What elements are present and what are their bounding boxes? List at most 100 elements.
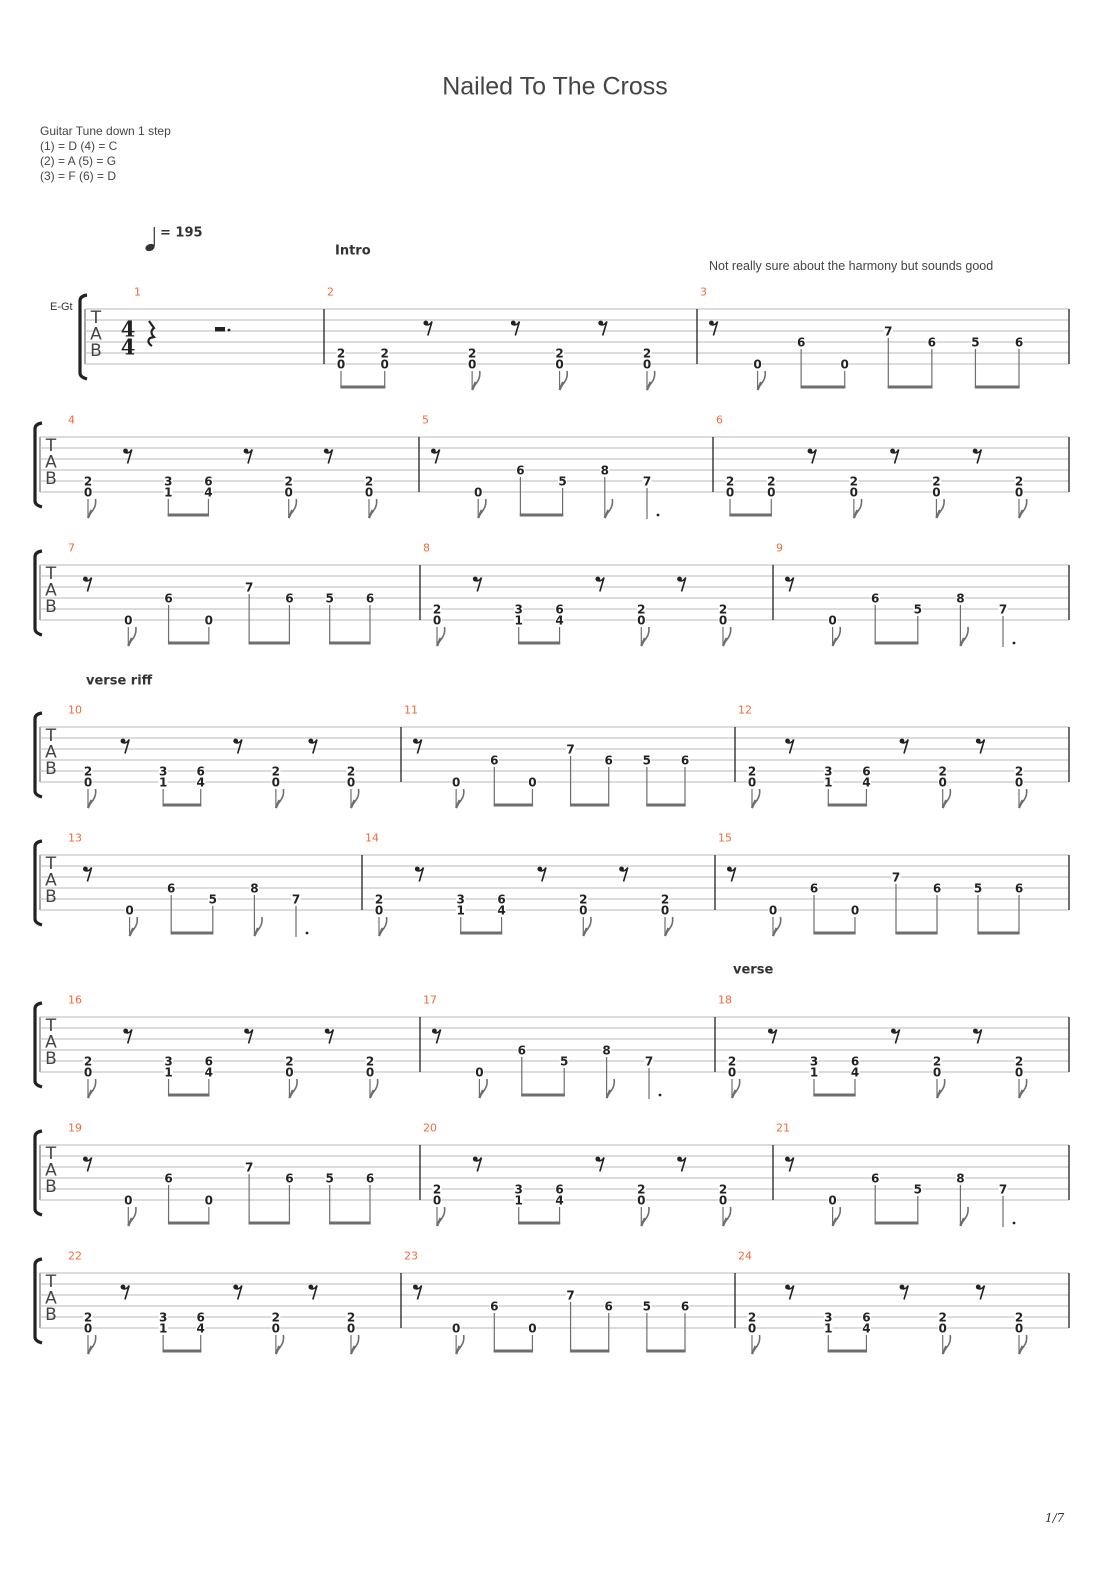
note-event: 0 (473, 486, 487, 519)
note-beam (813, 1093, 856, 1097)
measure-number: 4 (68, 414, 75, 427)
note-event: 0 (768, 904, 782, 937)
fret-number: 0 (452, 776, 460, 790)
measure: 13 0 6 5 8 7 (68, 832, 309, 937)
fret-number: 0 (528, 1322, 536, 1336)
note-event: 0 (123, 614, 137, 647)
fret-number: 6 (1015, 882, 1023, 896)
note-event: 6 (870, 592, 919, 645)
fret-number: 6 (933, 882, 941, 896)
note-event: 0 (828, 614, 842, 647)
note-event: 6 (680, 1300, 690, 1352)
fret-number: 6 (605, 1300, 613, 1314)
fret-number: 0 (1015, 776, 1023, 790)
fret-number: 7 (292, 893, 300, 907)
fret-number: 4 (555, 1194, 563, 1208)
augmentation-dot (305, 931, 309, 935)
measure: 22020202020 (327, 286, 656, 391)
fret-number: 4 (497, 904, 505, 918)
measure: 242031642020 (738, 1250, 1028, 1355)
note-beam (460, 931, 503, 935)
note-event: 0 (527, 776, 537, 806)
eighth-rest (595, 576, 605, 592)
measure-number: 9 (776, 542, 783, 555)
fret-number: 0 (433, 614, 441, 628)
note-event: 6 (284, 592, 294, 644)
note-event: 8 (602, 1044, 616, 1099)
tuning-line: (1) = D (4) = C (40, 139, 118, 153)
section-label-verse: verse (733, 962, 774, 978)
note-event: 5 (208, 893, 218, 934)
eighth-rest (510, 320, 521, 336)
note-event: 6 (164, 1172, 210, 1225)
fret-number: 0 (661, 904, 669, 918)
measure-number: 7 (68, 542, 75, 555)
measure: 82031642020 (423, 542, 732, 647)
fret-number: 5 (326, 1172, 334, 1186)
fret-number: 7 (643, 475, 651, 489)
eighth-rest (619, 866, 629, 882)
measure-number: 15 (718, 832, 732, 845)
eighth-rest (972, 448, 983, 464)
note-event: 64 (196, 1311, 206, 1352)
measure: 19 0 6 0 7 6 5 6 (68, 1122, 375, 1227)
fret-number: 6 (490, 754, 498, 768)
section-label-verse-riff: verse riff (86, 673, 153, 689)
fret-number: 0 (939, 776, 947, 790)
note-event: 5 (642, 754, 686, 807)
fret-number: 0 (728, 1066, 736, 1080)
fret-number: 4 (197, 776, 205, 790)
fret-number: 5 (971, 336, 979, 350)
note-event: 6 (166, 882, 214, 935)
eighth-rest (785, 1284, 795, 1300)
tuning-line: (2) = A (5) = G (40, 154, 117, 168)
fret-number: 6 (164, 1172, 172, 1186)
note-beam (874, 641, 919, 645)
fret-number: 7 (566, 743, 574, 757)
fret-number: 0 (579, 904, 587, 918)
measure: 142031642020 (365, 832, 674, 937)
fret-number: 0 (366, 1066, 374, 1080)
eighth-rest (233, 1284, 243, 1300)
note-beam (170, 931, 214, 935)
augmentation-dot (658, 1093, 662, 1097)
tempo-marking: = 195 (160, 225, 203, 241)
note-event: 6 (515, 464, 564, 517)
measure: 15 0 6 0 7 6 5 6 (718, 832, 1024, 937)
note-beam (729, 513, 772, 517)
note-event: 6 (517, 1044, 565, 1097)
time-signature-denominator: 4 (121, 335, 136, 360)
fret-number: 0 (939, 1322, 947, 1336)
fret-number: 0 (1015, 1322, 1023, 1336)
fret-number: 8 (601, 464, 609, 478)
fret-number: 0 (381, 358, 389, 372)
augmentation-dot (1012, 1221, 1016, 1225)
tab-clef-letter: B (45, 597, 57, 617)
note-beam (167, 513, 210, 517)
note-event: 5 (325, 1172, 371, 1225)
note-event: 5 (642, 1300, 686, 1353)
note-beam (162, 1349, 202, 1353)
measure-number: 19 (68, 1122, 82, 1135)
tab-clef-letter: B (90, 341, 102, 361)
note-event: 8 (249, 882, 263, 937)
fret-number: 0 (468, 358, 476, 372)
fret-number: 1 (824, 1322, 832, 1336)
eighth-rest (413, 738, 423, 754)
measure: 9 0 6 5 8 7 (776, 542, 1016, 647)
measure: 202031642020 (423, 1122, 732, 1227)
eighth-rest (890, 448, 900, 464)
fret-number: 0 (347, 1322, 355, 1336)
fret-number: 7 (999, 1183, 1007, 1197)
note-event: 7 (891, 871, 938, 935)
note-event: 8 (955, 592, 969, 647)
fret-number: 5 (914, 603, 922, 617)
eighth-rest (431, 448, 441, 464)
measure-number: 12 (738, 704, 752, 717)
measure-number: 11 (404, 704, 418, 717)
eighth-rest (899, 738, 909, 754)
fret-number: 6 (518, 1044, 526, 1058)
fret-number: 8 (956, 592, 964, 606)
fret-number: 4 (862, 1322, 870, 1336)
note-beam (646, 1349, 686, 1353)
